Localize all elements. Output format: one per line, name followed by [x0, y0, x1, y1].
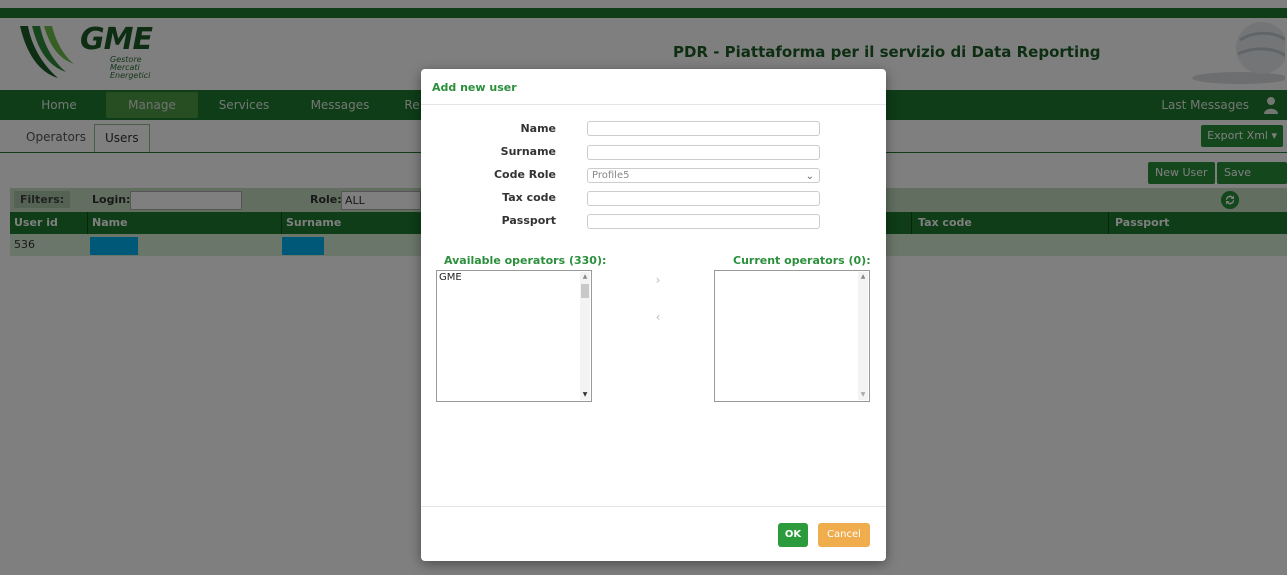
tax-code-field[interactable] — [587, 191, 820, 206]
dialog-title: Add new user — [432, 81, 517, 94]
passport-label: Passport — [501, 214, 556, 227]
current-operators-list[interactable]: ▲ ▼ — [714, 270, 870, 402]
chevron-down-icon: ⌄ — [805, 171, 814, 182]
available-operators-title: Available operators (330): — [444, 254, 607, 267]
scroll-up-icon[interactable]: ▲ — [580, 272, 590, 282]
scroll-up-icon[interactable]: ▲ — [858, 272, 868, 282]
ok-button[interactable]: OK — [778, 523, 808, 547]
add-user-dialog: Add new user Name Surname Code Role Prof… — [421, 69, 886, 561]
name-label: Name — [520, 122, 556, 135]
move-right-button[interactable]: › — [650, 272, 666, 288]
cancel-button[interactable]: Cancel — [818, 523, 870, 547]
surname-field[interactable] — [587, 145, 820, 160]
current-operators-title: Current operators (0): — [733, 254, 871, 267]
code-role-value: Profile5 — [592, 170, 630, 181]
scroll-down-icon[interactable]: ▼ — [858, 390, 868, 400]
available-operators-list[interactable]: GME ▲ ▼ — [436, 270, 592, 402]
scroll-down-icon[interactable]: ▼ — [580, 390, 590, 400]
divider — [421, 506, 886, 507]
passport-field[interactable] — [587, 214, 820, 229]
list-item[interactable]: GME — [439, 272, 462, 283]
tax-code-label: Tax code — [502, 191, 556, 204]
scrollbar[interactable]: ▲ ▼ — [580, 272, 590, 400]
scrollbar[interactable]: ▲ ▼ — [858, 272, 868, 400]
move-left-button[interactable]: ‹ — [650, 309, 666, 325]
code-role-select[interactable]: Profile5 ⌄ — [587, 168, 820, 183]
name-field[interactable] — [587, 121, 820, 136]
code-role-label: Code Role — [493, 168, 556, 181]
surname-label: Surname — [500, 145, 556, 158]
divider — [421, 104, 886, 105]
scroll-thumb[interactable] — [581, 284, 589, 298]
